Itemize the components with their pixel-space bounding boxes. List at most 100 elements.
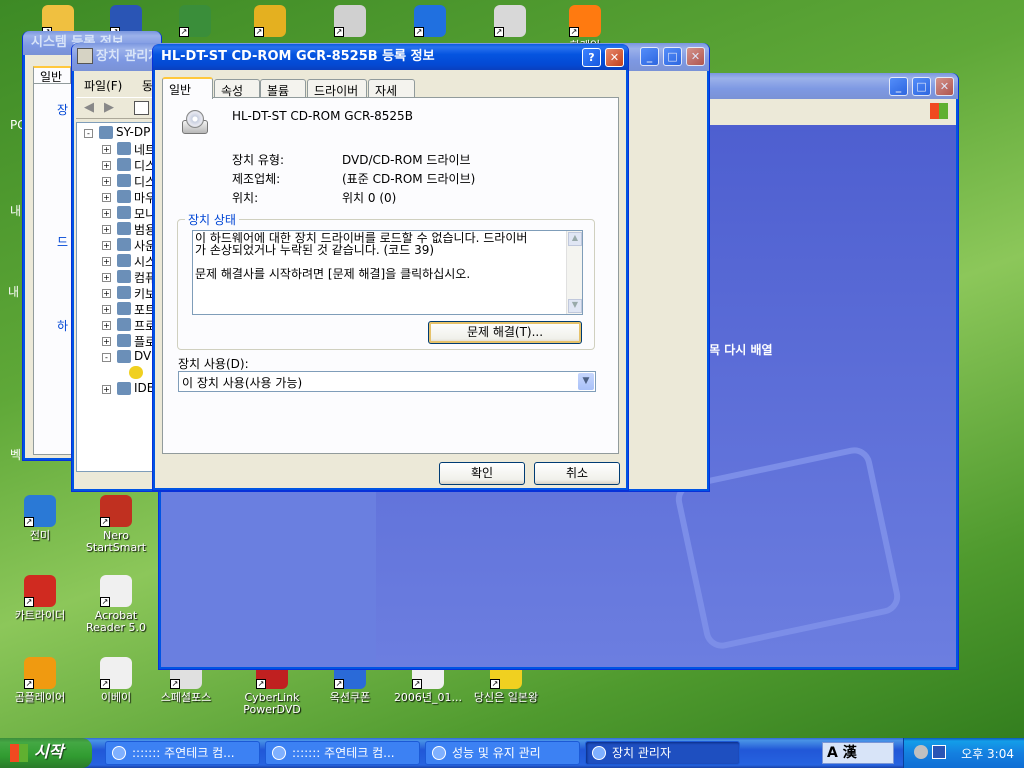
expand-toggle-icon[interactable]: + bbox=[102, 193, 111, 202]
desktop-icon-label: Acrobat Reader 5.0 bbox=[86, 609, 146, 634]
tab-driver[interactable]: 드라이버 bbox=[307, 79, 367, 98]
expand-toggle-icon[interactable]: + bbox=[102, 257, 111, 266]
shortcut-icon: ↗ bbox=[569, 5, 601, 37]
expand-toggle-icon[interactable]: - bbox=[84, 129, 93, 138]
expand-toggle-icon[interactable]: - bbox=[102, 353, 111, 362]
close-button[interactable]: ✕ bbox=[686, 47, 705, 66]
desktop-icon[interactable]: ↗ 전미 bbox=[0, 495, 80, 542]
expand-toggle-icon[interactable]: + bbox=[102, 209, 111, 218]
maximize-button[interactable]: □ bbox=[912, 77, 931, 96]
ok-button[interactable]: 확인 bbox=[439, 462, 525, 485]
minimize-button[interactable]: _ bbox=[640, 47, 659, 66]
tab-properties[interactable]: 속성 bbox=[214, 79, 260, 98]
task-link[interactable]: 목 다시 배열 bbox=[709, 341, 773, 358]
desktop-icon-label: 스페셜포스 bbox=[160, 691, 212, 704]
start-button[interactable]: 시작 bbox=[0, 738, 92, 768]
shortcut-icon: ↗ bbox=[100, 657, 132, 689]
shortcut-arrow-icon: ↗ bbox=[24, 517, 34, 527]
expand-toggle-icon[interactable]: + bbox=[102, 225, 111, 234]
expand-toggle-icon[interactable]: + bbox=[102, 161, 111, 170]
shortcut-arrow-icon: ↗ bbox=[334, 679, 344, 689]
status-group-label: 장치 상태 bbox=[185, 211, 239, 228]
help-button[interactable]: ? bbox=[582, 48, 601, 67]
properties-icon[interactable] bbox=[134, 101, 149, 115]
status-scrollbar[interactable]: ▲ ▼ bbox=[566, 231, 582, 314]
chevron-down-icon[interactable]: ▼ bbox=[578, 373, 594, 390]
cancel-button[interactable]: 취소 bbox=[534, 462, 620, 485]
back-icon[interactable]: ◀ bbox=[84, 100, 94, 115]
expand-toggle-icon[interactable]: + bbox=[102, 321, 111, 330]
toolbar: ◀ ▶ bbox=[76, 97, 156, 119]
desktop-icon-label: 2006년_01... bbox=[393, 691, 463, 704]
tab-volumes[interactable]: 볼륨 bbox=[260, 79, 306, 98]
tab-general[interactable]: 일반 bbox=[162, 77, 213, 99]
expand-toggle-icon[interactable]: + bbox=[102, 177, 111, 186]
desktop-icon[interactable]: ↗ bbox=[310, 5, 390, 40]
desktop-icon[interactable]: ↗ bbox=[470, 5, 550, 40]
ie-icon bbox=[272, 746, 286, 760]
device-category-icon bbox=[117, 286, 131, 299]
desktop-icon[interactable]: ↗ 곰플레이어 bbox=[0, 657, 80, 704]
device-category-icon bbox=[117, 254, 131, 267]
shortcut-arrow-icon: ↗ bbox=[569, 27, 579, 37]
forward-icon[interactable]: ▶ bbox=[104, 100, 114, 115]
device-category-icon bbox=[117, 238, 131, 251]
desktop-icon[interactable]: ↗ Nero StartSmart bbox=[76, 495, 156, 554]
shortcut-icon: ↗ bbox=[100, 575, 132, 607]
maximize-button[interactable]: □ bbox=[663, 47, 682, 66]
dialog-titlebar[interactable]: HL-DT-ST CD-ROM GCR-8525B 등록 정보 ? ✕ bbox=[153, 44, 628, 70]
close-button[interactable]: ✕ bbox=[935, 77, 954, 96]
desktop-icon-label: Nero StartSmart bbox=[85, 529, 147, 554]
expand-toggle-icon[interactable]: + bbox=[102, 337, 111, 346]
expand-toggle-icon[interactable]: + bbox=[102, 241, 111, 250]
tab-details[interactable]: 자세히 bbox=[368, 79, 415, 115]
dialog-title: HL-DT-ST CD-ROM GCR-8525B 등록 정보 bbox=[161, 49, 435, 64]
group-label: 하 bbox=[57, 319, 69, 333]
shortcut-arrow-icon: ↗ bbox=[254, 27, 264, 37]
desktop-icon[interactable]: ↗ bbox=[230, 5, 310, 40]
ie-icon bbox=[112, 746, 126, 760]
close-button[interactable]: ✕ bbox=[605, 48, 624, 67]
device-category-icon bbox=[117, 334, 131, 347]
shortcut-arrow-icon: ↗ bbox=[179, 27, 189, 37]
desktop-icon[interactable]: ↗ bbox=[155, 5, 235, 40]
shortcut-arrow-icon: ↗ bbox=[334, 27, 344, 37]
device-category-icon bbox=[117, 190, 131, 203]
device-manager-icon bbox=[592, 746, 606, 760]
windows-logo-icon bbox=[930, 103, 948, 119]
tray-icon[interactable] bbox=[932, 745, 946, 759]
taskbar-item[interactable]: ::::::: 주연테크 컴... bbox=[105, 741, 260, 765]
expand-toggle-icon[interactable]: + bbox=[102, 145, 111, 154]
taskbar-item[interactable]: ::::::: 주연테크 컴... bbox=[265, 741, 420, 765]
menu-file[interactable]: 파일(F) bbox=[84, 77, 122, 94]
minimize-button[interactable]: _ bbox=[889, 77, 908, 96]
usage-select[interactable]: 이 장치 사용(사용 가능) ▼ bbox=[178, 371, 596, 392]
shortcut-icon: ↗ bbox=[179, 5, 211, 37]
windows-logo-icon bbox=[10, 744, 28, 762]
expand-toggle-icon[interactable]: + bbox=[102, 305, 111, 314]
taskbar-item[interactable]: 성능 및 유지 관리 bbox=[425, 741, 580, 765]
shortcut-icon: ↗ bbox=[334, 5, 366, 37]
shortcut-icon: ↗ bbox=[24, 657, 56, 689]
status-textbox[interactable]: 이 하드웨어에 대한 장치 드라이버를 로드할 수 없습니다. 드라이버 가 손… bbox=[192, 230, 583, 315]
scroll-down-icon[interactable]: ▼ bbox=[568, 299, 582, 313]
device-properties-dialog[interactable]: HL-DT-ST CD-ROM GCR-8525B 등록 정보 ? ✕ 일반 속… bbox=[152, 44, 629, 491]
manufacturer-value: (표준 CD-ROM 드라이브) bbox=[342, 172, 476, 186]
device-category-icon bbox=[117, 382, 131, 395]
desktop-icon[interactable]: ↗ Acrobat Reader 5.0 bbox=[76, 575, 156, 634]
tab-general[interactable]: 일반 bbox=[33, 66, 71, 84]
desktop-icon[interactable]: ↗ bbox=[390, 5, 470, 40]
device-category-icon bbox=[117, 174, 131, 187]
language-bar[interactable]: A 漢 bbox=[822, 742, 894, 764]
expand-toggle-icon[interactable]: + bbox=[102, 385, 111, 394]
expand-toggle-icon[interactable]: + bbox=[102, 273, 111, 282]
troubleshoot-button[interactable]: 문제 해결(T)... bbox=[428, 321, 582, 344]
expand-toggle-icon[interactable]: + bbox=[102, 289, 111, 298]
device-tree[interactable]: - SY-DP + 네트 + 디스 + 디스 + 마우 + 모니 + 범용 + 사운 + 시스 + 컴퓨 + 키보 + 포트 +… bbox=[76, 122, 160, 472]
manufacturer-label: 제조업체: bbox=[232, 172, 281, 186]
tray-icon[interactable] bbox=[914, 745, 928, 759]
desktop-icon[interactable]: ↗ 이베이 bbox=[76, 657, 156, 704]
desktop-icon[interactable]: ↗ 카트라이더 bbox=[0, 575, 80, 622]
scroll-up-icon[interactable]: ▲ bbox=[568, 232, 582, 246]
taskbar-item-active[interactable]: 장치 관리자 bbox=[585, 741, 740, 765]
